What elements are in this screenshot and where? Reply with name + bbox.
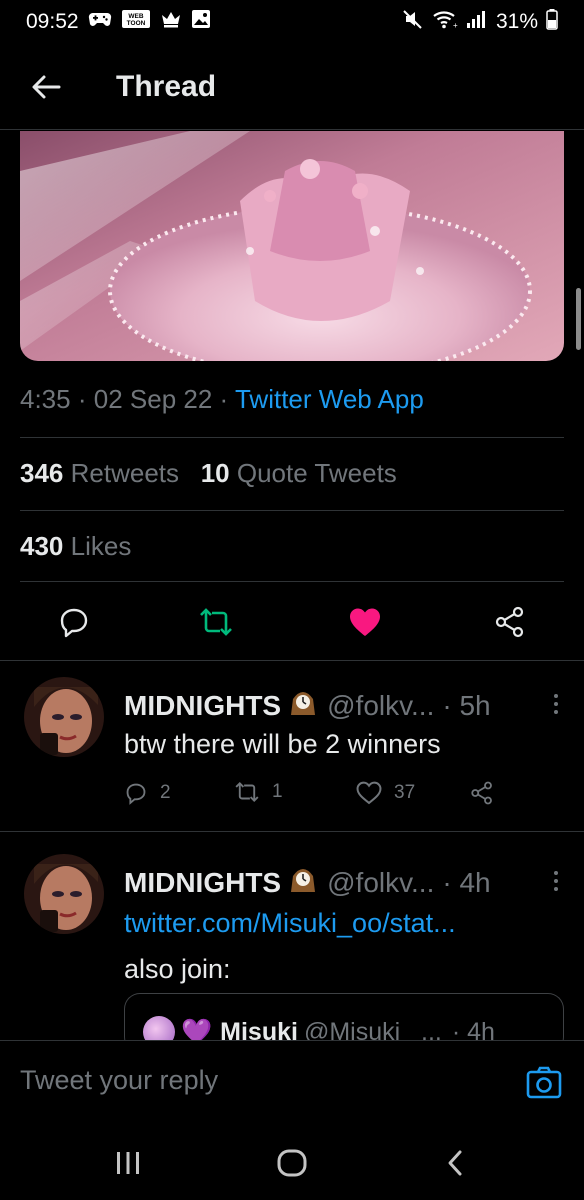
status-time: 09:52 <box>26 10 79 33</box>
reply-link[interactable]: twitter.com/Misuki_oo/stat... <box>124 908 456 939</box>
quotes-label: Quote Tweets <box>236 458 397 488</box>
status-left: 09:52 WEB TOON <box>26 8 211 36</box>
reply-count: 2 <box>160 782 171 803</box>
divider <box>20 437 564 438</box>
retweet-button[interactable] <box>196 602 236 642</box>
reply-header: MIDNIGHTS @folkv... · 5h <box>124 687 491 724</box>
likes-label: Likes <box>70 531 132 561</box>
reply-timestamp: · 5h <box>442 689 491 721</box>
mantel-clock-icon <box>287 687 319 724</box>
mantel-clock-icon <box>287 864 319 901</box>
avatar[interactable] <box>24 854 104 934</box>
retweets-label: Retweets <box>70 458 180 488</box>
home-icon <box>277 1149 307 1177</box>
meta-separator: · <box>77 384 87 414</box>
reply-text: btw there will be 2 winners <box>124 729 441 759</box>
reply-input[interactable]: Tweet your reply <box>20 1065 218 1096</box>
battery-percent: 31% <box>495 10 538 33</box>
tweet-action-bar <box>0 596 584 648</box>
reply-header: MIDNIGHTS @folkv... · 4h <box>124 864 491 901</box>
wifi-icon: + <box>432 8 458 36</box>
signal-icon <box>466 9 488 35</box>
retweets-count: 346 <box>20 458 64 488</box>
share-button[interactable] <box>470 781 494 805</box>
svg-text:WEB: WEB <box>128 13 143 20</box>
svg-text:TOON: TOON <box>126 20 145 27</box>
like-button[interactable] <box>345 602 385 642</box>
reply-button[interactable]: 2 <box>124 781 171 805</box>
reply-text: also join: <box>124 954 231 984</box>
quotes-stat[interactable]: 10 Quote Tweets <box>201 458 397 488</box>
reply-icon <box>60 608 88 638</box>
reply-author-handle: @folkv... <box>327 689 435 721</box>
recent-apps-button[interactable] <box>108 1146 148 1180</box>
divider <box>20 581 564 582</box>
like-icon <box>350 608 380 636</box>
tweet-date: 02 Sep 22 <box>93 384 213 414</box>
likes-count: 430 <box>20 531 64 561</box>
media-illustration <box>20 131 564 361</box>
avatar[interactable] <box>24 677 104 757</box>
tweet-timestamp: 4:35 · 02 Sep 22 · Twitter Web App <box>20 384 424 415</box>
more-options-button[interactable] <box>546 866 566 896</box>
tweet-source-link[interactable]: Twitter Web App <box>235 384 424 414</box>
system-back-button[interactable] <box>436 1146 476 1180</box>
heart-outline-icon <box>356 781 382 805</box>
back-button[interactable] <box>16 57 76 117</box>
webtoon-icon: WEB TOON <box>121 8 151 36</box>
mute-icon <box>402 8 424 36</box>
page-title: Thread <box>116 69 217 103</box>
share-button[interactable] <box>490 602 530 642</box>
system-nav-bar <box>0 1126 584 1200</box>
camera-button[interactable] <box>526 1065 562 1101</box>
thread-header: Thread <box>0 44 584 130</box>
like-button[interactable]: 37 <box>356 781 415 805</box>
retweet-stats: 346 Retweets 10 Quote Tweets <box>20 458 397 489</box>
share-icon <box>495 606 524 638</box>
gallery-icon <box>191 9 211 35</box>
reply-timestamp: · 4h <box>442 866 491 898</box>
quotes-count: 10 <box>200 458 230 488</box>
status-bar: 09:52 WEB TOON + 31% <box>0 0 584 44</box>
reply-author-name[interactable]: MIDNIGHTS <box>124 690 281 722</box>
retweet-button[interactable]: 1 <box>234 781 283 803</box>
recent-apps-icon <box>117 1152 139 1174</box>
game-controller-icon <box>88 10 112 34</box>
tweet-time: 4:35 <box>20 384 71 414</box>
reply-button[interactable] <box>54 602 94 642</box>
retweet-count: 1 <box>272 781 283 802</box>
camera-icon <box>526 1066 562 1099</box>
battery-icon <box>546 8 558 36</box>
arrow-left-icon <box>32 75 61 98</box>
retweets-stat[interactable]: 346 Retweets <box>20 458 179 488</box>
meta-separator: · <box>219 384 229 414</box>
divider <box>20 510 564 511</box>
share-icon <box>471 781 492 805</box>
more-options-button[interactable] <box>546 689 566 719</box>
reply-author-name[interactable]: MIDNIGHTS <box>124 867 281 899</box>
scrollbar-thumb[interactable] <box>576 288 581 350</box>
likes-stat[interactable]: 430 Likes <box>20 531 131 562</box>
like-count: 37 <box>394 782 416 803</box>
reply-tweet[interactable]: MIDNIGHTS @folkv... · 5h btw there will … <box>0 661 584 831</box>
reply-icon <box>126 783 146 805</box>
back-icon <box>448 1150 462 1176</box>
reply-author-handle: @folkv... <box>327 866 435 898</box>
crown-icon <box>160 9 182 35</box>
tweet-media-image[interactable] <box>20 131 564 361</box>
reply-composer: Tweet your reply <box>0 1040 584 1126</box>
svg-text:+: + <box>453 21 458 30</box>
retweet-icon <box>200 608 232 636</box>
home-button[interactable] <box>272 1146 312 1180</box>
retweet-icon <box>235 782 259 802</box>
status-right: + 31% <box>402 8 558 36</box>
